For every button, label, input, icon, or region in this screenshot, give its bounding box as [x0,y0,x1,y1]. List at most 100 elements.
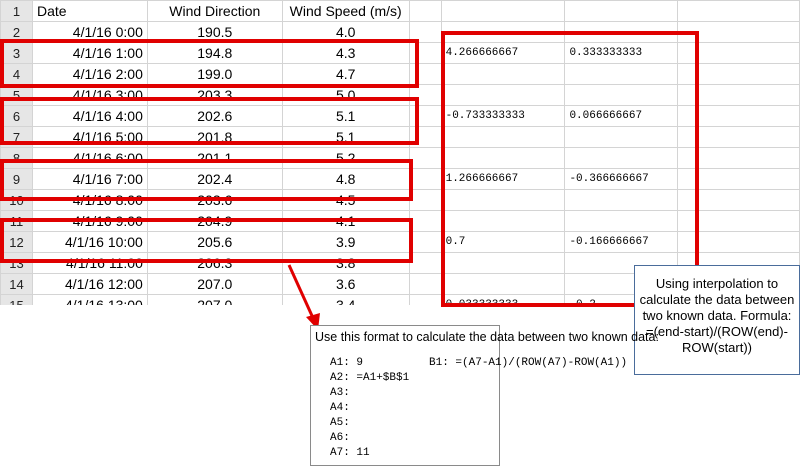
cell-interpolation-step[interactable] [564,189,679,211]
cell-wind-speed[interactable]: 4.3 [281,42,410,64]
cell[interactable] [677,42,800,64]
cell[interactable] [408,147,442,169]
cell-interpolation-start[interactable] [440,84,566,106]
column-header-date[interactable]: Date [31,0,148,22]
cell-wind-speed[interactable]: 4.1 [281,210,410,232]
cell-wind-direction[interactable]: 201.1 [146,147,283,169]
row-number[interactable]: 13 [0,252,33,274]
cell[interactable] [677,189,800,211]
cell[interactable] [408,84,442,106]
cell-wind-direction[interactable]: 190.5 [146,21,283,43]
cell-wind-speed[interactable]: 3.6 [281,273,410,295]
cell-interpolation-step[interactable] [564,126,679,148]
cell-wind-direction[interactable]: 207.0 [146,273,283,295]
cell-wind-speed[interactable]: 4.0 [281,21,410,43]
cell-wind-speed[interactable]: 5.0 [281,84,410,106]
cell-date[interactable]: 4/1/16 11:00 [31,252,148,274]
column-header-wind-speed[interactable]: Wind Speed (m/s) [281,0,410,22]
cell[interactable] [408,189,442,211]
cell-interpolation-start[interactable] [440,210,566,232]
cell[interactable] [408,294,442,305]
cell[interactable] [408,273,442,295]
cell-interpolation-start[interactable]: 1.266666667 [440,168,566,190]
cell-interpolation-step[interactable]: 0.066666667 [564,105,679,127]
cell-wind-speed[interactable]: 5.1 [281,126,410,148]
cell[interactable] [677,168,800,190]
row-number[interactable]: 5 [0,84,33,106]
cell-date[interactable]: 4/1/16 2:00 [31,63,148,85]
cell-wind-speed[interactable]: 3.8 [281,252,410,274]
cell-wind-speed[interactable]: 3.9 [281,231,410,253]
cell-interpolation-start[interactable]: 4.266666667 [440,42,566,64]
cell[interactable] [408,126,442,148]
cell-interpolation-start[interactable] [440,126,566,148]
row-number[interactable]: 11 [0,210,33,232]
cell-interpolation-step[interactable] [564,147,679,169]
cell[interactable] [677,0,800,22]
cell-interpolation-start[interactable]: -0.733333333 [440,105,566,127]
cell-interpolation-step[interactable] [564,210,679,232]
cell-interpolation-step[interactable] [564,63,679,85]
cell-date[interactable]: 4/1/16 6:00 [31,147,148,169]
cell-date[interactable]: 4/1/16 8:00 [31,189,148,211]
cell[interactable] [408,42,442,64]
row-number[interactable]: 10 [0,189,33,211]
cell-wind-speed[interactable]: 4.7 [281,63,410,85]
cell-wind-speed[interactable]: 4.5 [281,189,410,211]
cell[interactable] [408,210,442,232]
row-number[interactable]: 14 [0,273,33,295]
cell[interactable] [408,21,442,43]
cell-interpolation-step[interactable]: 0.333333333 [564,42,679,64]
cell-interpolation-start[interactable] [440,63,566,85]
cell-wind-direction[interactable]: 202.4 [146,168,283,190]
column-header-wind-direction[interactable]: Wind Direction [146,0,283,22]
row-number[interactable]: 15 [0,294,33,305]
cell-wind-direction[interactable]: 203.3 [146,84,283,106]
cell-interpolation-step[interactable]: -0.366666667 [564,168,679,190]
cell-wind-direction[interactable]: 205.6 [146,231,283,253]
cell-date[interactable]: 4/1/16 3:00 [31,84,148,106]
row-number[interactable]: 4 [0,63,33,85]
cell[interactable] [677,84,800,106]
cell-wind-direction[interactable]: 199.0 [146,63,283,85]
cell[interactable] [408,105,442,127]
cell-date[interactable]: 4/1/16 7:00 [31,168,148,190]
row-number[interactable]: 2 [0,21,33,43]
cell-interpolation-step[interactable] [564,84,679,106]
cell-wind-direction[interactable]: 201.8 [146,126,283,148]
cell[interactable] [677,231,800,253]
cell-date[interactable]: 4/1/16 0:00 [31,21,148,43]
cell[interactable] [408,168,442,190]
cell-date[interactable]: 4/1/16 12:00 [31,273,148,295]
cell-interpolation-start[interactable] [440,189,566,211]
cell-date[interactable]: 4/1/16 1:00 [31,42,148,64]
cell[interactable] [677,126,800,148]
cell-wind-speed[interactable]: 5.1 [281,105,410,127]
cell-wind-speed[interactable]: 5.2 [281,147,410,169]
row-number[interactable]: 7 [0,126,33,148]
cell[interactable] [408,252,442,274]
cell[interactable] [677,21,800,43]
cell-interpolation-start[interactable] [440,252,566,274]
cell-interpolation-start[interactable] [440,273,566,295]
row-number[interactable]: 12 [0,231,33,253]
cell-wind-speed[interactable]: 4.8 [281,168,410,190]
cell-date[interactable]: 4/1/16 9:00 [31,210,148,232]
cell-interpolation-step[interactable] [564,21,679,43]
cell-date[interactable]: 4/1/16 5:00 [31,126,148,148]
cell-wind-direction[interactable]: 202.6 [146,105,283,127]
cell-wind-direction[interactable]: 203.6 [146,189,283,211]
cell-interpolation-start[interactable] [440,147,566,169]
cell-interpolation-step[interactable]: -0.166666667 [564,231,679,253]
cell-wind-direction[interactable]: 206.3 [146,252,283,274]
cell[interactable] [408,0,442,22]
cell-interpolation-start[interactable]: 0.7 [440,231,566,253]
cell[interactable] [677,147,800,169]
cell[interactable] [408,63,442,85]
cell-interpolation-start[interactable]: 0.033333333 [440,294,566,305]
cell[interactable] [564,0,679,22]
cell-date[interactable]: 4/1/16 13:00 [31,294,148,305]
cell[interactable] [440,0,566,22]
cell-interpolation-start[interactable] [440,21,566,43]
cell-wind-direction[interactable]: 207.0 [146,294,283,305]
